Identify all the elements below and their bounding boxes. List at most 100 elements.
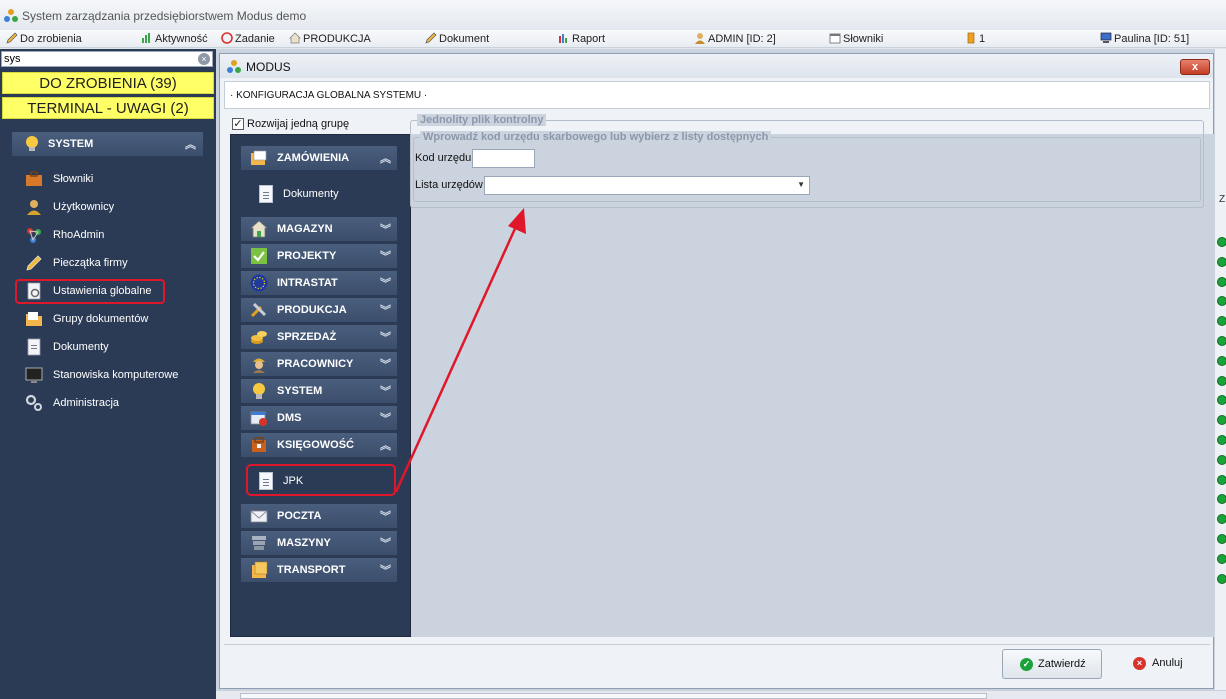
group-label: PRODUKCJA [277,304,347,316]
tax-office-fieldset-legend: Wprowadź kod urzędu skarbowego lub wybie… [420,131,772,143]
menu-document-label: Dokument [439,33,490,45]
group-accounting[interactable]: KSIĘGOWOŚĆ ︽ [241,433,397,457]
dropdown-arrow-icon[interactable]: ▼ [797,180,805,189]
highlight-box-global-settings [15,279,165,304]
status-ok-icon [1217,474,1226,485]
group-label: TRANSPORT [277,564,346,576]
sub-item-label: Dokumenty [283,188,339,200]
status-ok-icon [1217,573,1226,584]
group-projects[interactable]: PROJEKTY ︾ [241,244,397,268]
group-dms[interactable]: DMS ︾ [241,406,397,430]
tax-office-code-label: Kod urzędu [415,152,472,164]
briefcase-icon [26,171,42,186]
group-warehouse[interactable]: MAGAZYN ︾ [241,217,397,241]
group-label: POCZTA [277,510,322,522]
todo-button[interactable]: DO ZROBIENIA (39) [2,72,214,94]
dialog-heading: · KONFIGURACJA GLOBALNA SYSTEMU · [230,90,428,101]
highlight-box-jpk [246,464,396,496]
check-icon: ✓ [1020,658,1033,671]
clear-search-icon[interactable]: × [198,53,210,65]
group-production[interactable]: PRODUKCJA ︾ [241,298,397,322]
menu-activity[interactable]: Aktywność [141,32,208,47]
chevron-down-icon: ︾ [380,565,391,577]
group-label: MASZYNY [277,537,331,549]
group-sales[interactable]: SPRZEDAŻ ︾ [241,325,397,349]
document-icon [27,338,41,356]
sub-item-documents[interactable]: Dokumenty [250,180,398,208]
menu-count[interactable]: 1 [965,32,985,47]
status-ok-icon [1217,336,1226,346]
horizontal-scrollbar[interactable] [216,690,1226,699]
menu-task[interactable]: Zadanie [221,32,275,47]
expand-one-group-checkbox[interactable]: ✓ [232,118,244,130]
menu-count-label: 1 [979,33,986,45]
strip-label: Z [1219,194,1226,205]
menu-todo-label: Do zrobienia [20,33,82,45]
scrollbar-thumb[interactable] [240,693,987,699]
confirm-button[interactable]: ✓ Zatwierdź [1002,649,1102,679]
eu-flag-icon [250,274,268,292]
home-icon [289,32,301,44]
coins-icon [251,331,267,344]
bulb-icon [26,136,38,151]
group-system[interactable]: SYSTEM ︾ [241,379,397,403]
collapse-chevron-icon[interactable]: ︽ [185,136,196,152]
config-content [411,134,1215,637]
chevron-down-icon: ︾ [380,386,391,398]
menu-user[interactable]: Paulina [ID: 51] [1100,32,1189,47]
menu-report[interactable]: Raport [558,32,605,47]
task-icon [221,32,233,44]
calendar-icon [829,33,841,44]
status-ok-icon [1217,415,1226,426]
tax-office-code-input[interactable] [472,149,535,168]
group-label: INTRASTAT [277,277,338,289]
dialog-header: · KONFIGURACJA GLOBALNA SYSTEMU · [224,81,1210,109]
group-orders[interactable]: ZAMÓWIENIA ︽ [241,146,397,170]
dialog-titlebar: MODUS x [220,54,1213,78]
tax-office-list-select[interactable]: ▼ [484,176,810,195]
document-icon [259,185,273,203]
status-ok-icon [1217,514,1226,525]
chevron-down-icon: ︾ [380,359,391,371]
menu-production[interactable]: PRODUKCJA [289,32,371,47]
gears-icon [25,394,42,411]
close-button[interactable]: x [1180,59,1210,75]
computer-icon [1100,32,1112,43]
group-transport[interactable]: TRANSPORT ︾ [241,558,397,582]
group-machines[interactable]: MASZYNY ︾ [241,531,397,555]
dialog-title: MODUS [246,60,291,74]
worker-icon [253,358,265,373]
machine-icon [252,536,266,550]
group-employees[interactable]: PRACOWNICY ︾ [241,352,397,376]
group-label: PROJEKTY [277,250,337,262]
status-ok-icon [1217,276,1226,287]
status-ok-icon [1217,355,1226,366]
status-ok-icon [1217,553,1226,564]
chevron-up-icon: ︽ [380,440,391,452]
group-intrastat[interactable]: INTRASTAT ︾ [241,271,397,295]
left-panel: × DO ZROBIENIA (39) TERMINAL - UWAGI (2)… [0,49,216,699]
menu-dictionaries[interactable]: Słowniki [829,32,883,47]
menu-admin[interactable]: ADMIN [ID: 2] [694,32,776,47]
group-label: ZAMÓWIENIA [277,152,350,164]
group-label: KSIĘGOWOŚĆ [277,439,355,451]
mail-icon [250,510,268,523]
chevron-down-icon: ︾ [380,511,391,523]
cancel-button[interactable]: × Anuluj [1129,649,1209,679]
warehouse-icon [250,220,268,238]
group-label: DMS [277,412,302,424]
chart-icon [142,33,150,43]
search-input[interactable] [3,52,193,66]
group-mail[interactable]: POCZTA ︾ [241,504,397,528]
app-logo-icon [4,9,18,22]
menu-document[interactable]: Dokument [425,32,489,47]
sidebar-item-label: Pieczątka firmy [53,257,128,269]
bar-chart-icon [559,34,567,43]
menu-todo[interactable]: Do zrobienia [6,32,82,47]
bulb-icon [253,383,265,399]
orders-icon [251,150,267,165]
terminal-notes-button[interactable]: TERMINAL - UWAGI (2) [2,97,214,119]
toolbar: Do zrobienia Aktywność Zadanie PRODUKCJA… [0,30,1226,48]
system-group-header[interactable]: SYSTEM ︽ [12,132,203,156]
menu-user-label: Paulina [ID: 51] [1114,33,1190,45]
